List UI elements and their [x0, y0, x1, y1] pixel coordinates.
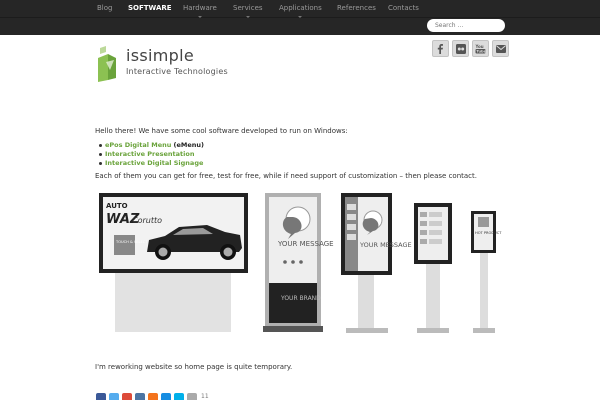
- nav-item-services-label: Services: [233, 4, 263, 12]
- list-item: Interactive Digital Signage: [105, 159, 204, 168]
- share-count: 11: [201, 393, 209, 400]
- list-item: ePos Digital Menu (eMenu): [105, 141, 204, 150]
- mail-share-icon[interactable]: [161, 393, 171, 400]
- svg-text:YOUR BRAND: YOUR BRAND: [280, 295, 321, 302]
- nav-item-applications-label: Applications: [279, 4, 322, 12]
- odnoklassniki-share-icon[interactable]: [148, 393, 158, 400]
- product-illustration: AUTO WAZ Corutto TOUCH & SELECT YOUR MES…: [95, 190, 505, 335]
- svg-text:TOUCH & SELECT: TOUCH & SELECT: [115, 240, 148, 244]
- intro-text: Hello there! We have some cool software …: [95, 127, 348, 135]
- nav-item-software[interactable]: SOFTWARE: [128, 4, 172, 12]
- logo-tagline: Interactive Technologies: [126, 67, 228, 76]
- nav-item-blog[interactable]: Blog: [97, 4, 112, 12]
- email-icon[interactable]: [492, 40, 509, 57]
- logo-name[interactable]: issimple: [126, 46, 194, 65]
- more-share-icon[interactable]: [187, 393, 197, 400]
- nav-item-contacts[interactable]: Contacts: [388, 4, 419, 12]
- product-link-epos[interactable]: ePos Digital Menu: [105, 141, 171, 149]
- google-plus-share-icon[interactable]: [122, 393, 132, 400]
- nav-item-references[interactable]: References: [337, 4, 376, 12]
- svg-text:YOUR MESSAGE: YOUR MESSAGE: [277, 240, 334, 248]
- svg-text:YOUR MESSAGE: YOUR MESSAGE: [359, 241, 412, 249]
- svg-text:Tube: Tube: [476, 49, 486, 53]
- product-link-signage[interactable]: Interactive Digital Signage: [105, 159, 203, 167]
- tiny-kiosk: HOT PRODUCT: [471, 211, 502, 333]
- svg-text:You: You: [475, 44, 484, 49]
- facebook-share-icon[interactable]: [96, 393, 106, 400]
- medium-kiosk: YOUR MESSAGE: [341, 193, 412, 333]
- product-list: ePos Digital Menu (eMenu) Interactive Pr…: [105, 141, 204, 168]
- vk-share-icon[interactable]: [135, 393, 145, 400]
- svg-text:AUTO: AUTO: [106, 202, 128, 210]
- product-link-presentation[interactable]: Interactive Presentation: [105, 150, 194, 158]
- svg-text:Corutto: Corutto: [132, 216, 162, 225]
- list-item: Interactive Presentation: [105, 150, 204, 159]
- chevron-down-icon: [298, 16, 302, 18]
- billboard-display: AUTO WAZ Corutto TOUCH & SELECT: [99, 193, 248, 332]
- flickr-icon[interactable]: [452, 40, 469, 57]
- nav-item-hardware[interactable]: Hardware: [183, 4, 217, 12]
- livejournal-share-icon[interactable]: [174, 393, 184, 400]
- chevron-down-icon: [198, 16, 202, 18]
- nav-item-applications[interactable]: Applications: [279, 4, 322, 12]
- large-kiosk: YOUR MESSAGE YOUR BRAND: [263, 193, 334, 332]
- search-input[interactable]: [427, 19, 505, 32]
- small-kiosk: [414, 203, 452, 333]
- chevron-down-icon: [246, 16, 250, 18]
- twitter-share-icon[interactable]: [109, 393, 119, 400]
- info-paragraph: Each of them you can get for free, test …: [95, 172, 477, 180]
- facebook-icon[interactable]: [432, 40, 449, 57]
- rework-note: I'm reworking website so home page is qu…: [95, 363, 292, 371]
- nav-item-services[interactable]: Services: [233, 4, 263, 12]
- logo-mark-icon: [96, 44, 118, 82]
- youtube-icon[interactable]: YouTube: [472, 40, 489, 57]
- nav-item-hardware-label: Hardware: [183, 4, 217, 12]
- svg-text:HOT PRODUCT: HOT PRODUCT: [475, 231, 502, 235]
- product-note: (eMenu): [173, 141, 203, 149]
- top-navigation-bar: Blog SOFTWARE Hardware Services Applicat…: [0, 0, 600, 35]
